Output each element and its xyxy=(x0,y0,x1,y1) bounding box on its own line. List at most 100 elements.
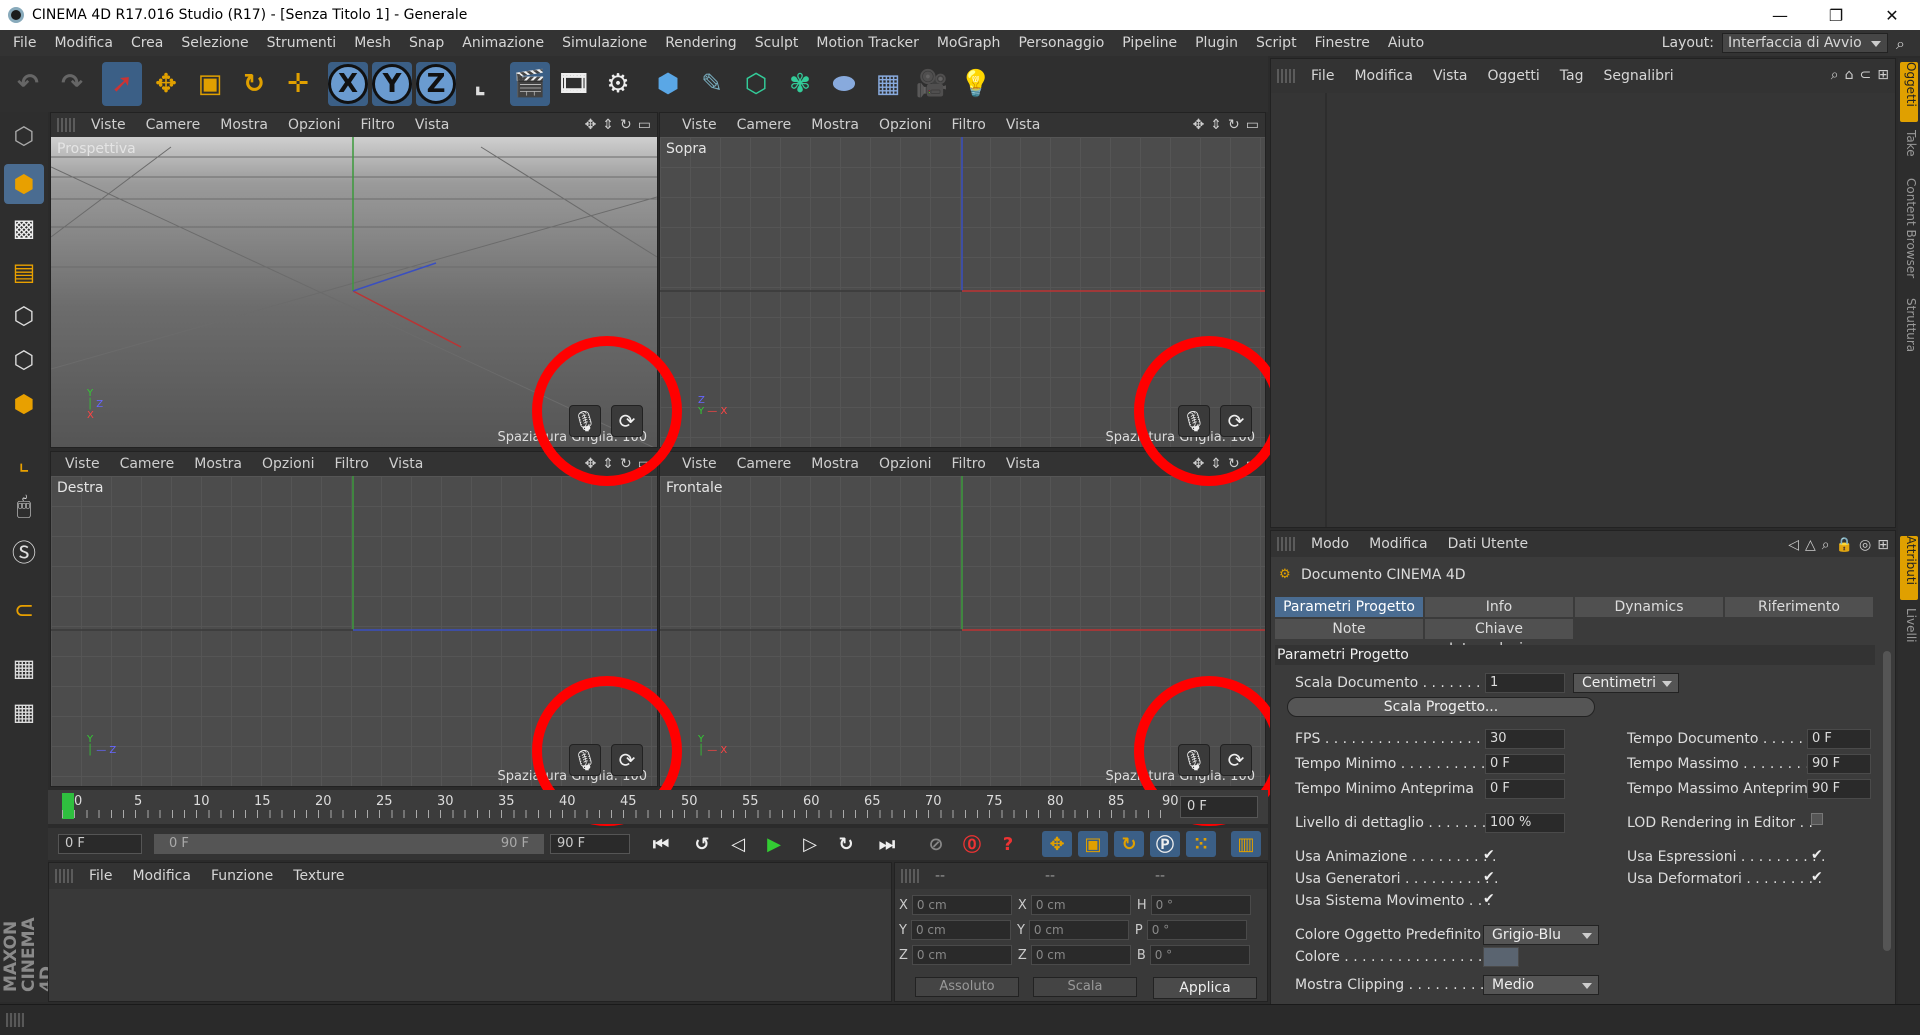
live-selection-icon[interactable]: ➚ xyxy=(102,62,142,106)
viewport-front[interactable]: Viste Camere Mostra Opzioni Filtro Vista… xyxy=(659,451,1266,787)
grip-icon[interactable] xyxy=(901,869,919,883)
orbit-icon[interactable]: ↻ xyxy=(620,117,632,133)
tweak-mode-icon[interactable]: 🖱 xyxy=(4,486,44,526)
usa-sistema-movimento-checkbox[interactable]: ✔ xyxy=(1483,891,1495,907)
colore-predefinito-dropdown[interactable]: Grigio-Blu xyxy=(1483,925,1599,945)
vp-menu-filtro[interactable]: Filtro xyxy=(941,456,995,472)
refresh-icon[interactable]: ⟳ xyxy=(611,744,643,776)
points-mode-icon[interactable]: ⬡ xyxy=(4,296,44,336)
next-key-icon[interactable]: ↻ xyxy=(831,831,861,857)
timeline-ruler[interactable]: 0 5 10 15 20 25 30 35 40 45 50 55 60 65 … xyxy=(48,790,1268,824)
vp-menu-mostra[interactable]: Mostra xyxy=(801,456,869,472)
vp-menu-opzioni[interactable]: Opzioni xyxy=(278,117,350,133)
refresh-icon[interactable]: ⟳ xyxy=(1220,405,1252,437)
size-mode-dropdown[interactable]: Scala xyxy=(1033,977,1137,997)
tab-parametri-progetto[interactable]: Parametri Progetto xyxy=(1275,597,1423,617)
orbit-icon[interactable]: ↻ xyxy=(620,456,632,472)
attr-menu-modo[interactable]: Modo xyxy=(1301,536,1359,552)
search-icon[interactable]: ⌕ xyxy=(1896,34,1914,53)
close-button[interactable]: ✕ xyxy=(1864,0,1920,30)
key-parameter-icon[interactable]: Ⓟ xyxy=(1150,831,1180,857)
position-z-field[interactable]: 0 cm xyxy=(911,945,1012,965)
cloner-icon[interactable]: ✾ xyxy=(780,62,820,106)
model-mode-icon[interactable]: ⬢ xyxy=(4,164,44,204)
obj-menu-modifica[interactable]: Modifica xyxy=(1344,68,1423,84)
menu-aiuto[interactable]: Aiuto xyxy=(1379,35,1433,51)
menu-snap[interactable]: Snap xyxy=(400,35,453,51)
rotate-icon[interactable]: ↻ xyxy=(234,62,274,106)
search-icon[interactable]: ⌕ xyxy=(1822,537,1830,553)
target-icon[interactable]: ◎ xyxy=(1859,537,1871,553)
lock-icon[interactable]: 🔒 xyxy=(1836,537,1853,553)
side-tab-attributi[interactable]: Attributi xyxy=(1900,536,1918,600)
mostra-clipping-dropdown[interactable]: Medio xyxy=(1483,975,1599,995)
timeline-icon[interactable]: ▥ xyxy=(1231,831,1261,857)
next-frame-icon[interactable]: ▷ xyxy=(795,831,825,857)
autokey-icon[interactable]: ⓪ xyxy=(957,831,987,857)
tempo-massimo-field[interactable]: 90 F xyxy=(1807,754,1871,774)
key-position-icon[interactable]: ✥ xyxy=(1042,831,1072,857)
tempo-minimo-anteprima-field[interactable]: 0 F xyxy=(1485,779,1565,799)
menu-motion-tracker[interactable]: Motion Tracker xyxy=(807,35,927,51)
snap-icon[interactable]: Ⓢ xyxy=(4,530,44,570)
usa-animazione-checkbox[interactable]: ✔ xyxy=(1483,847,1495,863)
cube-icon[interactable]: ⬢ xyxy=(648,62,688,106)
tempo-minimo-field[interactable]: 0 F xyxy=(1485,754,1565,774)
mat-menu-modifica[interactable]: Modifica xyxy=(122,868,201,884)
menu-pipeline[interactable]: Pipeline xyxy=(1113,35,1186,51)
light-icon[interactable]: 💡 xyxy=(956,62,996,106)
menu-modifica[interactable]: Modifica xyxy=(45,35,122,51)
search-icon[interactable]: ⌕ xyxy=(1831,67,1839,83)
floor-icon[interactable]: ▦ xyxy=(868,62,908,106)
scala-progetto-button[interactable]: Scala Progetto... xyxy=(1287,697,1595,717)
menu-selezione[interactable]: Selezione xyxy=(172,35,257,51)
x-axis-lock-button[interactable]: X xyxy=(328,62,368,106)
keyframe-selection-icon[interactable]: ? xyxy=(993,831,1023,857)
pan-icon[interactable]: ✥ xyxy=(585,456,597,472)
refresh-icon[interactable]: ⟳ xyxy=(1220,744,1252,776)
workplane-lock-icon[interactable]: ▦ xyxy=(4,648,44,688)
perspective-view[interactable] xyxy=(51,137,657,447)
maximize-view-icon[interactable]: ▭ xyxy=(638,117,651,133)
tab-dynamics[interactable]: Dynamics xyxy=(1575,597,1723,617)
usa-generatori-checkbox[interactable]: ✔ xyxy=(1483,869,1495,885)
obj-menu-file[interactable]: File xyxy=(1301,68,1344,84)
vp-menu-camere[interactable]: Camere xyxy=(136,117,211,133)
previous-key-icon[interactable]: ↺ xyxy=(687,831,717,857)
edges-mode-icon[interactable]: ⬡ xyxy=(4,340,44,380)
usa-deformatori-checkbox[interactable]: ✔ xyxy=(1811,869,1823,885)
grip-icon[interactable] xyxy=(1277,537,1295,551)
fps-field[interactable]: 30 xyxy=(1485,729,1565,749)
grip-icon[interactable] xyxy=(1277,69,1295,83)
workplane-icon[interactable]: ▤ xyxy=(4,252,44,292)
mat-menu-file[interactable]: File xyxy=(79,868,122,884)
menu-strumenti[interactable]: Strumenti xyxy=(258,35,346,51)
vp-menu-opzioni[interactable]: Opzioni xyxy=(869,456,941,472)
zoom-icon[interactable]: ⇕ xyxy=(602,456,614,472)
menu-file[interactable]: File xyxy=(4,35,45,51)
last-tool-icon[interactable]: ✛ xyxy=(278,62,318,106)
side-tab-livelli[interactable]: Livelli xyxy=(1900,608,1918,658)
size-y-field[interactable]: 0 cm xyxy=(1028,920,1129,940)
apply-button[interactable]: Applica xyxy=(1153,977,1257,999)
mat-menu-texture[interactable]: Texture xyxy=(283,868,354,884)
microphone-icon[interactable]: 🎙 xyxy=(1178,405,1210,437)
vp-menu-viste[interactable]: Viste xyxy=(81,117,136,133)
previous-frame-icon[interactable]: ◁ xyxy=(723,831,753,857)
lod-rendering-checkbox[interactable] xyxy=(1811,813,1823,825)
menu-mograph[interactable]: MoGraph xyxy=(928,35,1010,51)
maximize-view-icon[interactable]: ▭ xyxy=(1246,117,1259,133)
grip-icon[interactable] xyxy=(55,869,73,883)
microphone-icon[interactable]: 🎙 xyxy=(569,744,601,776)
render-settings-icon[interactable]: ⚙ xyxy=(598,62,638,106)
play-icon[interactable]: ▶ xyxy=(759,831,789,857)
y-axis-lock-button[interactable]: Y xyxy=(372,62,412,106)
usa-espressioni-checkbox[interactable]: ✔ xyxy=(1811,847,1823,863)
redo-icon[interactable]: ↷ xyxy=(52,62,92,106)
obj-menu-segnalibri[interactable]: Segnalibri xyxy=(1593,68,1683,84)
zoom-icon[interactable]: ⇕ xyxy=(1210,117,1222,133)
colore-swatch[interactable] xyxy=(1483,947,1519,967)
size-x-field[interactable]: 0 cm xyxy=(1030,895,1131,915)
new-panel-icon[interactable]: ⊞ xyxy=(1877,67,1889,83)
deformer-icon[interactable]: ⬬ xyxy=(824,62,864,106)
